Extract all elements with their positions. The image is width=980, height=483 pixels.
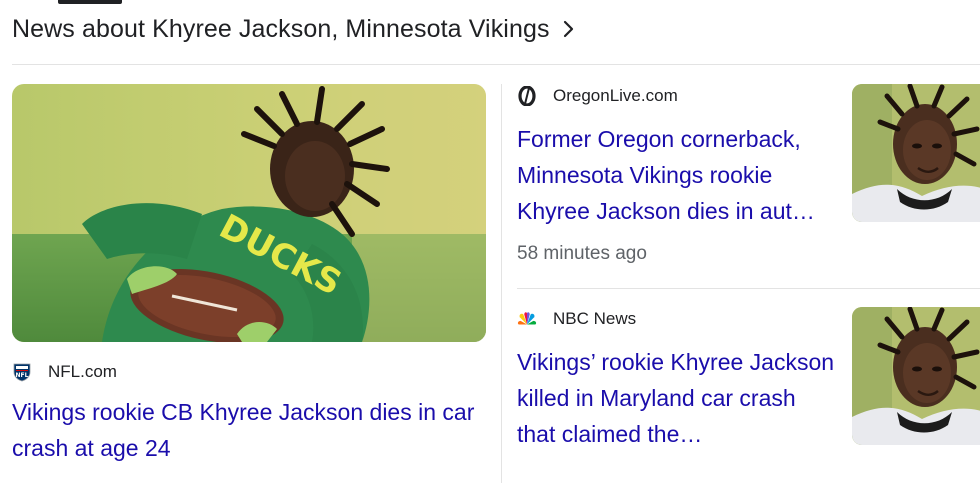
source-name: NBC News	[553, 309, 637, 328]
news-card-nbc[interactable]: NBC News Vikings’ rookie Khyree Jackson …	[517, 307, 980, 452]
card-thumbnail[interactable]	[852, 307, 980, 445]
source-name: OregonLive.com	[553, 86, 678, 105]
nbc-peacock-icon	[517, 309, 537, 329]
oregonlive-o-icon	[517, 86, 537, 106]
lead-headline-link[interactable]: Vikings rookie CB Khyree Jackson dies in…	[12, 394, 486, 466]
card-thumbnail[interactable]	[852, 84, 980, 222]
clipped-heading-fragment	[58, 0, 122, 4]
timestamp: 58 minutes ago	[517, 243, 647, 264]
card-headline-link[interactable]: Former Oregon cornerback, Minnesota Viki…	[517, 121, 837, 229]
column-divider	[501, 84, 502, 483]
nfl-shield-icon: NFL	[12, 362, 32, 382]
card-divider	[517, 288, 980, 289]
source-name: NFL.com	[48, 362, 117, 381]
card-headline-link[interactable]: Vikings’ rookie Khyree Jackson killed in…	[517, 344, 837, 452]
svg-text:NFL: NFL	[16, 372, 29, 379]
lead-story-image[interactable]: DUCKS	[12, 84, 486, 342]
section-title: News about Khyree Jackson, Minnesota Vik…	[12, 14, 550, 43]
card-source: NBC News	[517, 307, 837, 331]
lead-news-card[interactable]: DUCKS NFL NFL.com Vikings rookie CB Khyr…	[12, 84, 486, 466]
news-section-header[interactable]: News about Khyree Jackson, Minnesota Vik…	[12, 12, 574, 46]
news-card-oregonlive[interactable]: OregonLive.com Former Oregon cornerback,…	[517, 84, 980, 265]
chevron-right-icon	[562, 20, 574, 38]
card-source: OregonLive.com	[517, 84, 837, 108]
lead-source: NFL NFL.com	[12, 360, 486, 384]
header-divider	[12, 64, 980, 65]
